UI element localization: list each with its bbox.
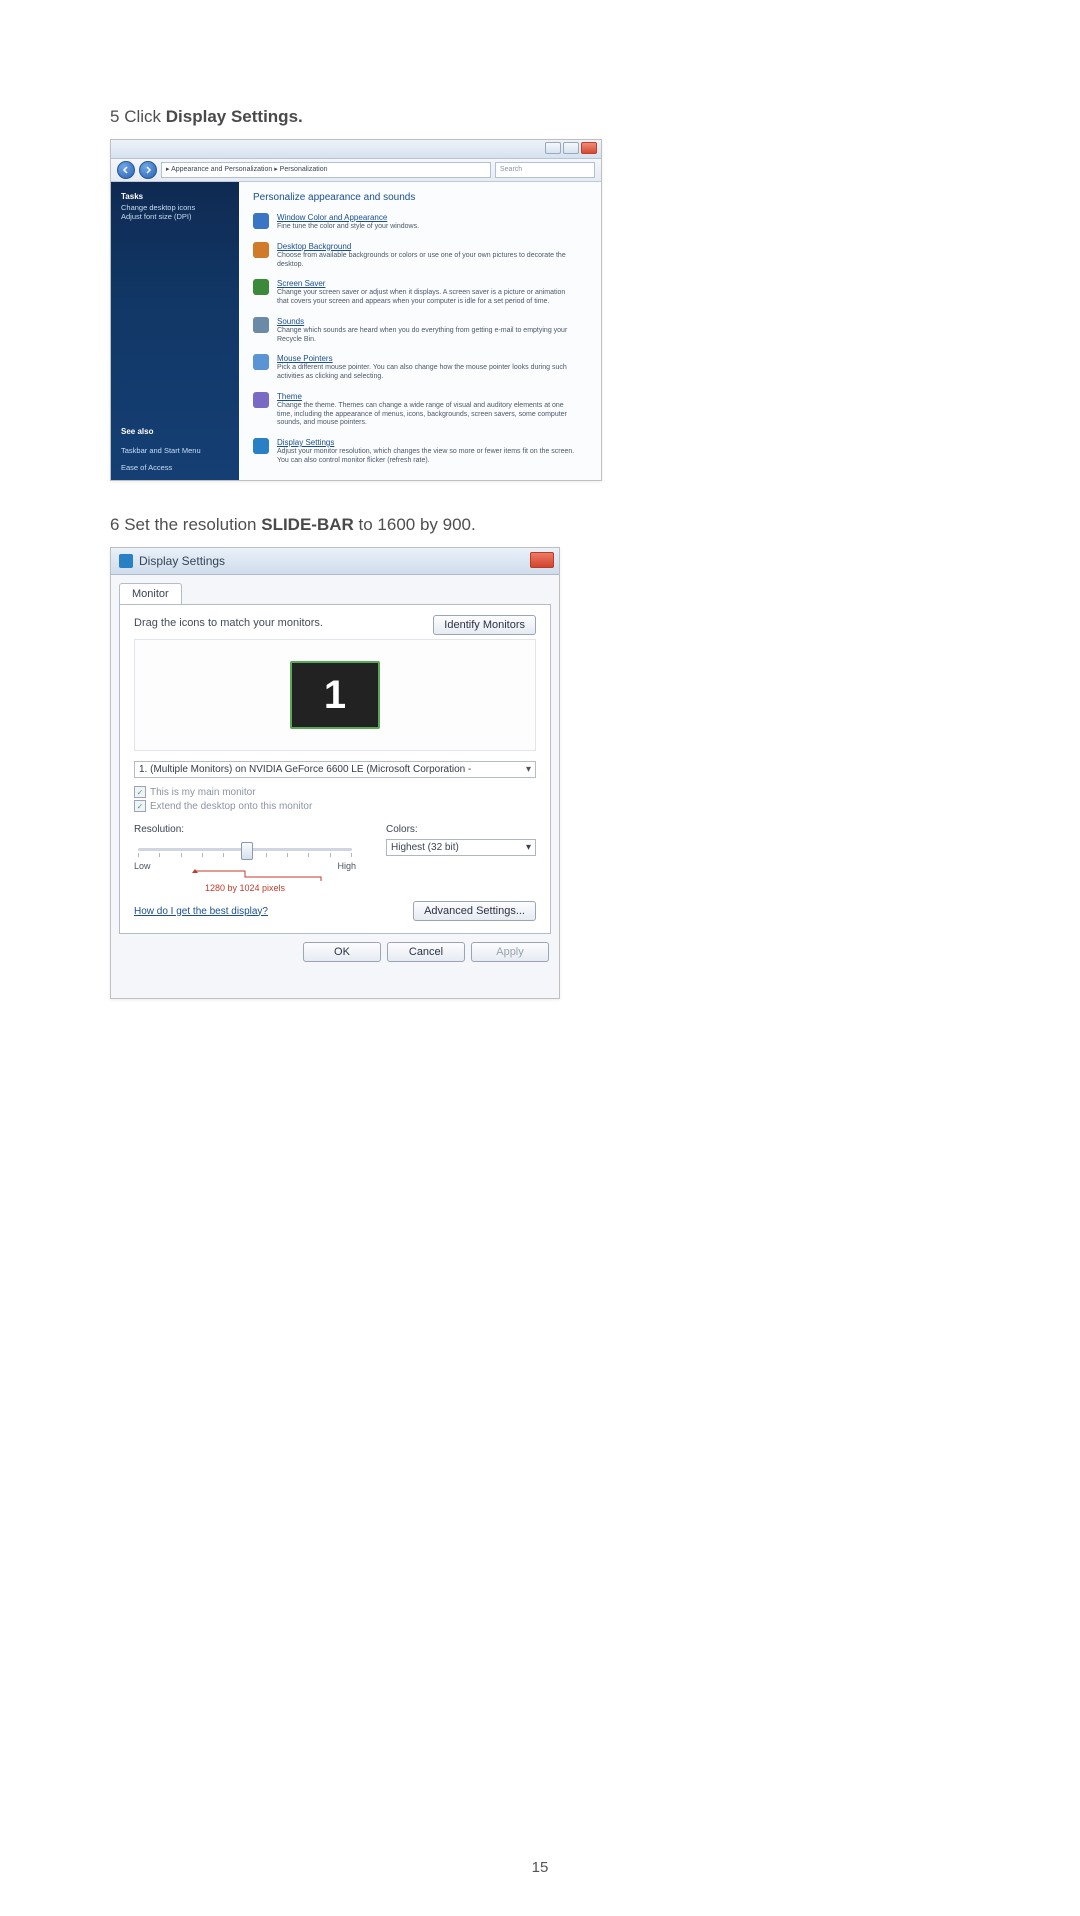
disp-tabbody: Drag the icons to match your monitors. I… [119, 604, 551, 934]
sidebar-see-also: See also [121, 427, 229, 436]
sounds-icon [253, 317, 269, 333]
mouse-pointers-icon [253, 354, 269, 370]
step-6-mid1: Set the resolution [124, 515, 261, 534]
dialog-buttons: OK Cancel Apply [111, 942, 559, 972]
step-5-prefix: Click [124, 107, 166, 126]
breadcrumb[interactable]: ▸ Appearance and Personalization ▸ Perso… [161, 162, 491, 178]
tab-monitor[interactable]: Monitor [119, 583, 182, 604]
disp-checks: ✓ This is my main monitor ✓ Extend the d… [134, 786, 536, 812]
cp-item-sounds[interactable]: Sounds Change which sounds are heard whe… [253, 317, 587, 345]
apply-button[interactable]: Apply [471, 942, 549, 962]
advanced-settings-button[interactable]: Advanced Settings... [413, 901, 536, 921]
checkbox-main-monitor[interactable]: ✓ [134, 786, 146, 798]
check-extend-label: Extend the desktop onto this monitor [150, 801, 312, 812]
monitor-area[interactable]: 1 [134, 639, 536, 751]
theme-icon [253, 392, 269, 408]
resolution-label: Resolution: [134, 824, 356, 835]
pers-titlebar [111, 140, 601, 159]
pers-addressbar: ▸ Appearance and Personalization ▸ Perso… [111, 159, 601, 182]
cp-item-desktop-bg[interactable]: Desktop Background Choose from available… [253, 242, 587, 270]
step-5: 5 Click Display Settings. [110, 107, 970, 127]
colors-select[interactable]: Highest (32 bit) ▾ [386, 839, 536, 856]
sidebar-link-desktop-icons[interactable]: Change desktop icons [121, 203, 229, 212]
monitor-1[interactable]: 1 [290, 661, 380, 729]
cp-link-screen-saver[interactable]: Screen Saver [277, 279, 577, 288]
cp-desc: Change which sounds are heard when you d… [277, 327, 577, 345]
colors-label: Colors: [386, 824, 536, 835]
help-link[interactable]: How do I get the best display? [134, 906, 268, 917]
monitor-select-value: 1. (Multiple Monitors) on NVIDIA GeForce… [139, 764, 471, 775]
sidebar-heading: Tasks [121, 192, 229, 201]
cp-desc: Choose from available backgrounds or col… [277, 252, 577, 270]
step-5-bold: Display Settings. [166, 107, 303, 126]
sidebar-link-font-size[interactable]: Adjust font size (DPI) [121, 212, 229, 221]
disp-title: Display Settings [139, 554, 225, 568]
cp-link-mouse-pointers[interactable]: Mouse Pointers [277, 354, 577, 363]
step-6-mid2: to 1600 by 900. [354, 515, 476, 534]
cp-link-display-settings[interactable]: Display Settings [277, 438, 577, 447]
slider-thumb[interactable] [241, 842, 253, 860]
desktop-bg-icon [253, 242, 269, 258]
cp-desc: Change the theme. Themes can change a wi… [277, 402, 577, 428]
search-input[interactable]: Search [495, 162, 595, 178]
marker-callout-icon [165, 869, 325, 883]
back-button[interactable] [117, 161, 135, 179]
disp-tabstrip: Monitor [111, 575, 559, 604]
chevron-down-icon: ▾ [526, 842, 531, 853]
cp-item-window-color[interactable]: Window Color and Appearance Fine tune th… [253, 213, 587, 232]
monitor-select[interactable]: 1. (Multiple Monitors) on NVIDIA GeForce… [134, 761, 536, 778]
cp-link-theme[interactable]: Theme [277, 392, 577, 401]
cp-item-mouse-pointers[interactable]: Mouse Pointers Pick a different mouse po… [253, 354, 587, 382]
cp-desc: Fine tune the color and style of your wi… [277, 223, 419, 232]
cancel-button[interactable]: Cancel [387, 942, 465, 962]
check-main-label: This is my main monitor [150, 787, 256, 798]
step-6-number: 6 [110, 515, 119, 534]
chevron-down-icon: ▾ [526, 764, 531, 775]
resolution-marker-text: 1280 by 1024 pixels [134, 883, 356, 893]
cp-desc: Change your screen saver or adjust when … [277, 289, 577, 307]
checkbox-extend-desktop[interactable]: ✓ [134, 800, 146, 812]
close-button[interactable] [581, 142, 597, 154]
step-5-number: 5 [110, 107, 119, 126]
resolution-slider[interactable] [134, 839, 356, 859]
cp-link-sounds[interactable]: Sounds [277, 317, 577, 326]
cp-item-screen-saver[interactable]: Screen Saver Change your screen saver or… [253, 279, 587, 307]
cp-link-window-color[interactable]: Window Color and Appearance [277, 213, 419, 222]
cp-desc: Pick a different mouse pointer. You can … [277, 364, 577, 382]
screen-saver-icon [253, 279, 269, 295]
minimize-button[interactable] [545, 142, 561, 154]
ok-button[interactable]: OK [303, 942, 381, 962]
disp-titlebar: Display Settings [111, 548, 559, 575]
step-6-bold: SLIDE-BAR [261, 515, 354, 534]
step-6: 6 Set the resolution SLIDE-BAR to 1600 b… [110, 515, 970, 535]
cp-desc: Adjust your monitor resolution, which ch… [277, 448, 577, 466]
display-settings-icon [253, 438, 269, 454]
maximize-button[interactable] [563, 142, 579, 154]
slider-low: Low [134, 861, 151, 871]
cp-item-display-settings[interactable]: Display Settings Adjust your monitor res… [253, 438, 587, 466]
sidebar-link-taskbar[interactable]: Taskbar and Start Menu [121, 446, 229, 455]
resolution-marker: 1280 by 1024 pixels [134, 869, 356, 893]
disp-title-icon [119, 554, 133, 568]
colors-value: Highest (32 bit) [391, 842, 459, 853]
pers-content: Personalize appearance and sounds Window… [239, 182, 601, 481]
cp-item-theme[interactable]: Theme Change the theme. Themes can chang… [253, 392, 587, 428]
close-button[interactable] [530, 552, 554, 568]
page-number: 15 [110, 1859, 970, 1876]
sidebar-link-ease[interactable]: Ease of Access [121, 463, 229, 472]
identify-monitors-button[interactable]: Identify Monitors [433, 615, 536, 635]
slider-high: High [337, 861, 356, 871]
pers-sidebar: Tasks Change desktop icons Adjust font s… [111, 182, 239, 481]
display-settings-window: Display Settings Monitor Drag the icons … [110, 547, 560, 999]
window-color-icon [253, 213, 269, 229]
forward-button[interactable] [139, 161, 157, 179]
cp-link-desktop-bg[interactable]: Desktop Background [277, 242, 577, 251]
personalization-window: ▸ Appearance and Personalization ▸ Perso… [110, 139, 602, 481]
pers-page-title: Personalize appearance and sounds [253, 192, 587, 203]
